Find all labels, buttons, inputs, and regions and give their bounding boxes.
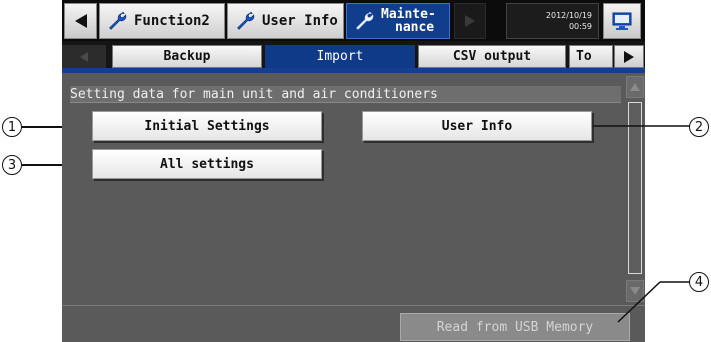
callout-4-line-diagonal: [617, 281, 661, 323]
callout-leaders: [593, 125, 690, 323]
